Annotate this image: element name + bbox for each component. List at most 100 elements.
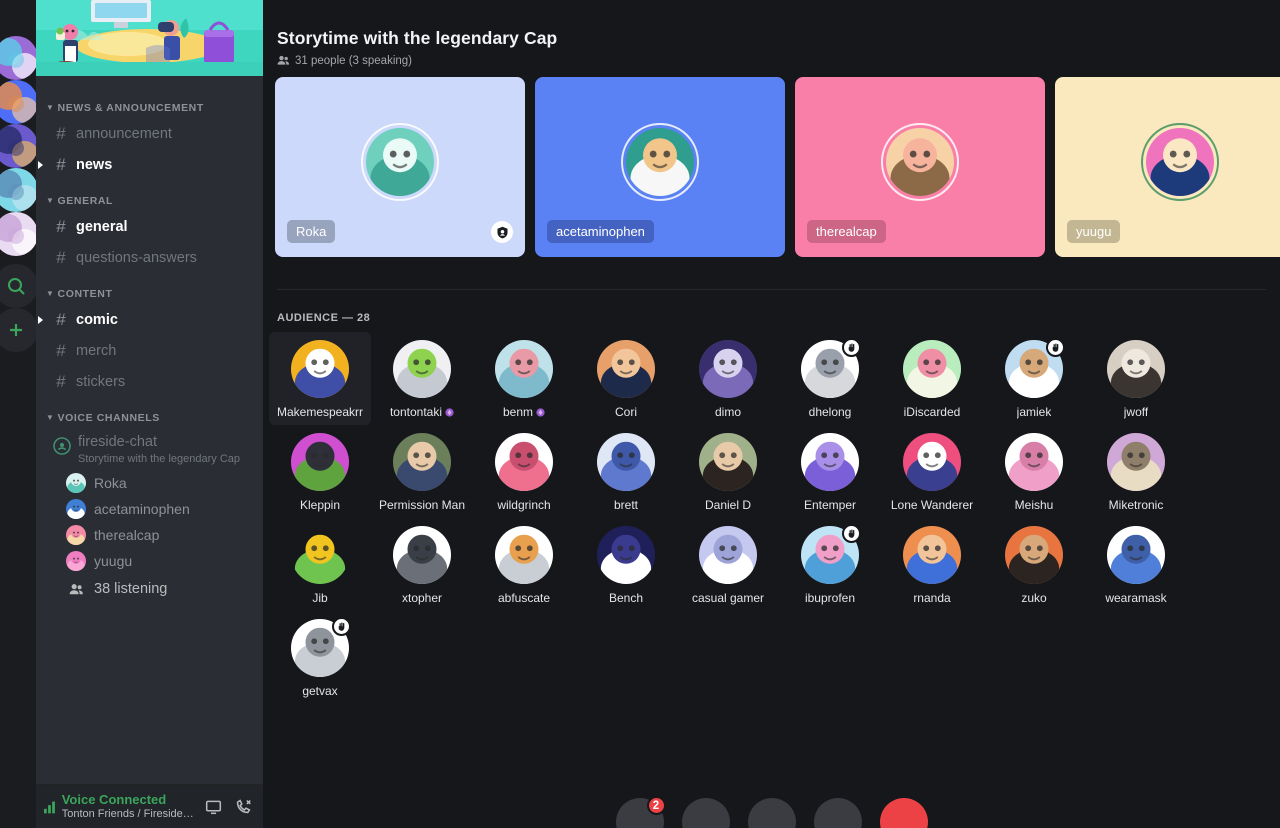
server-icon-4[interactable] <box>0 168 36 212</box>
mute-button[interactable] <box>813 798 862 828</box>
sidebar-channel-merch[interactable]: # merch <box>44 336 255 366</box>
voice-channel-name: fireside-chat <box>78 434 157 450</box>
audience-requests-button[interactable]: 2 <box>615 796 666 828</box>
audience-member-benm[interactable]: benm <box>473 332 575 425</box>
avatar-wrapper <box>903 526 961 584</box>
sidebar-channel-announcement[interactable]: # announcement <box>44 119 255 149</box>
audience-member-Kleppin[interactable]: Kleppin <box>269 425 371 518</box>
audience-grid[interactable]: Makemespeakrr tontontaki benm Cori dimo dhelo… <box>263 332 1280 704</box>
audience-member-dimo[interactable]: dimo <box>677 332 779 425</box>
audience-member-Lone-Wanderer[interactable]: Lone Wanderer <box>881 425 983 518</box>
audience-member-wildgrinch[interactable]: wildgrinch <box>473 425 575 518</box>
stage-controls[interactable]: 2 <box>263 792 1280 828</box>
speaker-card-yuugu[interactable]: yuugu <box>1055 77 1280 257</box>
audience-member-name: casual gamer <box>692 591 764 605</box>
audience-member-name: Entemper <box>804 498 856 512</box>
voice-status-bar[interactable]: Voice Connected Tonton Friends / Firesid… <box>36 784 263 828</box>
voice-channel-fireside-chat[interactable]: fireside-chat Storytime with the legendar… <box>44 430 255 470</box>
audience-member-rnanda[interactable]: rnanda <box>881 518 983 611</box>
sidebar-channel-questions-answers[interactable]: # questions-answers <box>44 243 255 273</box>
audience-member-jwoff[interactable]: jwoff <box>1085 332 1187 425</box>
server-rail-actions[interactable] <box>0 264 36 352</box>
avatar <box>597 433 655 491</box>
avatar-art <box>903 526 961 584</box>
avatar-wrapper <box>801 338 861 398</box>
channel-list[interactable]: ▼ NEWS & ANNOUNCEMENT # announcement # news ▼ G… <box>36 76 263 784</box>
disconnect-button[interactable] <box>231 794 255 820</box>
audience-member-abfuscate[interactable]: abfuscate <box>473 518 575 611</box>
stage-header: Storytime with the legendary Cap 31 peop… <box>263 0 1280 77</box>
explore-servers-icon[interactable] <box>0 264 36 308</box>
speaker-cards[interactable]: Roka acetaminophen therealcap yuugu <box>263 77 1280 257</box>
audience-member-wearamask[interactable]: wearamask <box>1085 518 1187 611</box>
server-icon-5[interactable] <box>0 212 36 256</box>
people-icon <box>277 55 289 65</box>
audience-member-xtopher[interactable]: xtopher <box>371 518 473 611</box>
audience-member-Jib[interactable]: Jib <box>269 518 371 611</box>
sidebar-channel-stickers[interactable]: # stickers <box>44 367 255 397</box>
sidebar-channel-comic[interactable]: # comic <box>38 305 255 335</box>
hash-icon: # <box>56 310 66 329</box>
add-server-icon-circle[interactable] <box>0 308 36 352</box>
avatar <box>626 128 694 196</box>
channel-category-news-announcement[interactable]: ▼ NEWS & ANNOUNCEMENT <box>36 88 263 118</box>
server-icon-1[interactable] <box>0 36 36 80</box>
avatar-art <box>66 499 86 519</box>
channel-category-general[interactable]: ▼ GENERAL <box>36 181 263 211</box>
audience-member-Meishu[interactable]: Meishu <box>983 425 1085 518</box>
chevron-down-icon: ▼ <box>46 412 55 422</box>
speaker-card-acetaminophen[interactable]: acetaminophen <box>535 77 785 257</box>
speaker-card-Roka[interactable]: Roka <box>275 77 525 257</box>
avatar <box>886 128 954 196</box>
audience-member-name: Bench <box>609 591 643 605</box>
audience-member-Entemper[interactable]: Entemper <box>779 425 881 518</box>
avatar-wrapper <box>699 433 757 491</box>
audience-member-Bench[interactable]: Bench <box>575 518 677 611</box>
audience-member-iDiscarded[interactable]: iDiscarded <box>881 332 983 425</box>
speaker-card-therealcap[interactable]: therealcap <box>795 77 1045 257</box>
name-text: rnanda <box>913 591 951 605</box>
add-server-icon[interactable] <box>0 308 36 352</box>
audience-member-Miketronic[interactable]: Miketronic <box>1085 425 1187 518</box>
audience-member-name: Kleppin <box>300 498 340 512</box>
voice-status-info[interactable]: Voice Connected Tonton Friends / Firesid… <box>44 792 196 821</box>
audience-section-label: AUDIENCE — 28 <box>277 312 371 324</box>
server-icon-list[interactable] <box>0 36 36 256</box>
audience-member-Permission-Man[interactable]: Permission Man <box>371 425 473 518</box>
audience-member-ibuprofen[interactable]: ibuprofen <box>779 518 881 611</box>
voice-participant-Roka[interactable]: Roka <box>44 470 255 496</box>
settings-button[interactable] <box>747 798 796 828</box>
voice-participant-yuugu[interactable]: yuugu <box>44 548 255 574</box>
channel-category-voice-channels[interactable]: ▼ VOICE CHANNELS <box>36 398 263 428</box>
invite-button[interactable] <box>681 798 730 828</box>
audience-member-tontontaki[interactable]: tontontaki <box>371 332 473 425</box>
name-text: abfuscate <box>497 591 551 605</box>
audience-member-Cori[interactable]: Cori <box>575 332 677 425</box>
audience-member-getvax[interactable]: getvax <box>269 611 371 704</box>
server-icon-3[interactable] <box>0 124 36 168</box>
sidebar-channel-general[interactable]: # general <box>44 212 255 242</box>
server-rail[interactable] <box>0 0 36 828</box>
avatar-wrapper <box>699 526 757 584</box>
server-icon-2[interactable] <box>0 80 36 124</box>
audience-member-zuko[interactable]: zuko <box>983 518 1085 611</box>
screen-share-button[interactable] <box>202 794 226 820</box>
explore-servers-icon-circle[interactable] <box>0 264 36 308</box>
listening-count-row[interactable]: 38 listening <box>44 574 255 604</box>
audience-member-Makemespeakrr[interactable]: Makemespeakrr <box>269 332 371 425</box>
audience-member-brett[interactable]: brett <box>575 425 677 518</box>
chevron-down-icon: ▼ <box>46 195 55 205</box>
channel-category-content[interactable]: ▼ CONTENT <box>36 274 263 304</box>
audience-member-jamiek[interactable]: jamiek <box>983 332 1085 425</box>
voice-participant-acetaminophen[interactable]: acetaminophen <box>44 496 255 522</box>
name-text: Bench <box>608 591 644 605</box>
name-text: ibuprofen <box>804 591 856 605</box>
leave-stage-button[interactable] <box>879 798 928 828</box>
audience-member-dhelong[interactable]: dhelong <box>779 332 881 425</box>
avatar-art <box>66 473 86 493</box>
avatar <box>1005 433 1063 491</box>
audience-member-Daniel-D[interactable]: Daniel D <box>677 425 779 518</box>
voice-participant-therealcap[interactable]: therealcap <box>44 522 255 548</box>
audience-member-casual-gamer[interactable]: casual gamer <box>677 518 779 611</box>
sidebar-channel-news[interactable]: # news <box>38 150 255 180</box>
